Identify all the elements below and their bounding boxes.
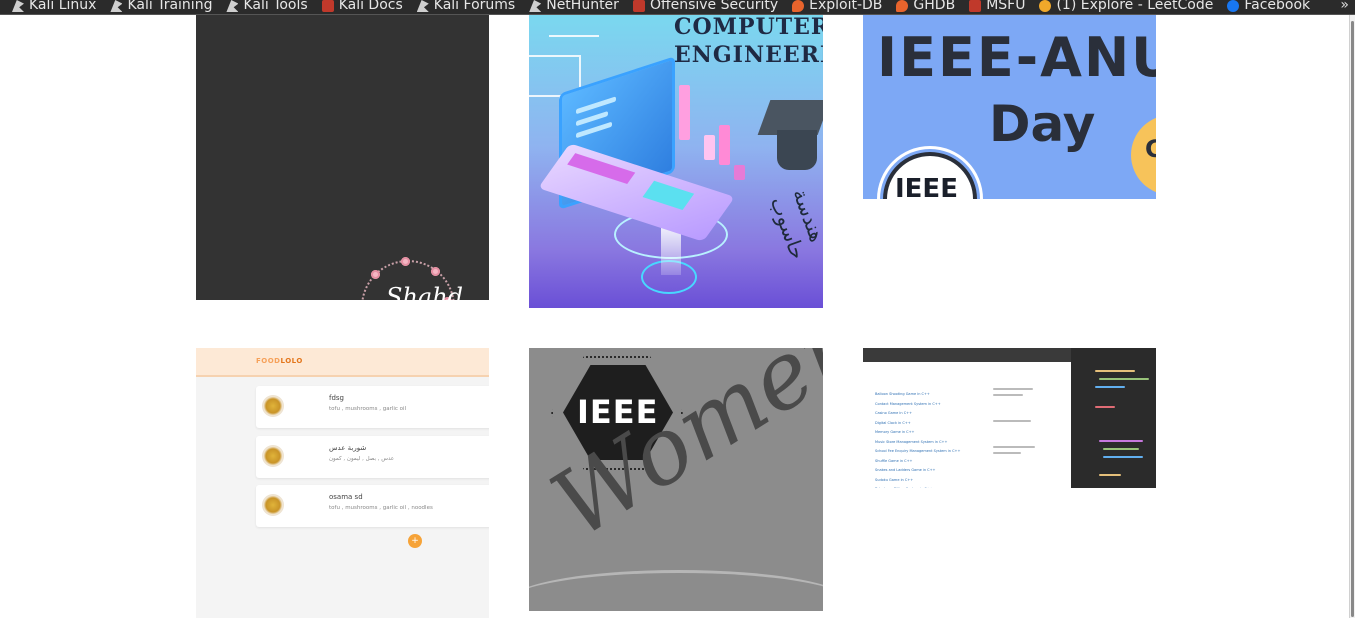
tile-title: IEEE-ANUS [877, 26, 1156, 89]
wave-decoration [529, 570, 823, 611]
gallery-image-2[interactable]: COMPUTER ENGINEERIN هندسة حاسوب [529, 15, 823, 308]
circuit-line [529, 95, 561, 127]
screenshot-page: Balloon Shooting Game in C++ Contact Mana… [863, 362, 1071, 488]
food-card: fdsg tofu , mushrooms , garlic oil [256, 386, 489, 428]
screenshot-link: Music Store Management System in C++ [875, 439, 948, 444]
kali-dragon-icon [416, 0, 429, 12]
leetcode-icon [1039, 0, 1052, 12]
bookmark-label: NetHunter [546, 0, 619, 13]
bookmark-item[interactable]: Offensive Security [632, 0, 779, 13]
bookmark-label: MSFU [986, 0, 1026, 13]
bookmark-item[interactable]: GHDB [896, 0, 955, 13]
foodlolo-header: FOODLOLO [196, 348, 489, 377]
food-desc: عدس , بصل , ليمون , كمون [329, 456, 395, 462]
chart-bar [719, 125, 730, 165]
page-scrollbar[interactable] [1349, 15, 1355, 618]
gallery-image-6[interactable]: Balloon Shooting Game in C++ Contact Mana… [863, 348, 1156, 488]
bookmark-label: Kali Linux [29, 0, 97, 13]
screenshot-link: Contact Management System in C++ [875, 401, 941, 406]
screenshot-link: Snakes and Ladders Game in C++ [875, 468, 936, 472]
bookmark-label: Facebook [1244, 0, 1311, 13]
yellow-circle: C [1131, 115, 1156, 195]
ieee-logo-icon: IEEE [883, 152, 977, 199]
bookmark-label: Kali Docs [338, 0, 403, 13]
bookmark-label: Exploit-DB [809, 0, 883, 13]
bookmark-item[interactable]: NetHunter [529, 0, 619, 13]
bookmark-item[interactable]: (1) Explore - LeetCode [1039, 0, 1213, 13]
bookmark-item[interactable]: Facebook [1227, 0, 1310, 13]
food-name: شوربة عدس [329, 444, 367, 452]
bookmarks-bar: Kali Linux Kali Training Kali Tools Kali Do… [0, 0, 1355, 15]
food-card: osama sd tofu , mushrooms , garlic oil ,… [256, 485, 489, 527]
tile-subtitle: Day [989, 95, 1096, 153]
screenshot-link: Shuffle Game in C++ [875, 458, 913, 463]
script-name-text: Shahd [386, 283, 464, 300]
exploitdb-icon [896, 0, 909, 12]
food-name: fdsg [329, 394, 344, 402]
food-plate-icon [262, 445, 284, 467]
gallery-image-4[interactable]: FOODLOLO fdsg tofu , mushrooms , garlic … [196, 348, 489, 618]
bookmark-label: Kali Forums [433, 0, 516, 13]
gallery-image-3[interactable]: IEEE-ANUS Day IEEE C [863, 15, 1156, 199]
screenshot-code-editor [1071, 348, 1156, 488]
food-name: osama sd [329, 493, 363, 501]
gallery-image-1[interactable]: Shahd [196, 15, 489, 300]
graduation-cap-base [777, 130, 817, 170]
circuit-line [549, 35, 599, 37]
chart-bar [679, 85, 690, 140]
bookmark-item[interactable]: Kali Linux [12, 0, 96, 13]
kali-dragon-icon [12, 0, 24, 12]
foodlolo-logo: FOODLOLO [256, 357, 303, 365]
circuit-line [529, 55, 581, 87]
scrollbar-thumb[interactable] [1351, 21, 1354, 617]
facebook-icon [1227, 0, 1240, 12]
food-plate-icon [262, 395, 284, 417]
offsec-icon [632, 0, 645, 12]
kali-dragon-icon [529, 0, 542, 12]
bookmark-item[interactable]: Kali Tools [226, 0, 308, 13]
food-plate-icon [262, 494, 284, 516]
exploitdb-icon [792, 0, 805, 12]
chart-bar [734, 165, 745, 180]
bookmark-item[interactable]: Exploit-DB [792, 0, 882, 13]
screenshot-link: School Fee Enquiry Management System in … [875, 449, 961, 453]
bookmark-label: (1) Explore - LeetCode [1056, 0, 1214, 13]
food-card: شوربة عدس عدس , بصل , ليمون , كمون [256, 436, 489, 478]
bookmark-item[interactable]: Kali Training [110, 0, 212, 13]
food-desc: tofu , mushrooms , garlic oil , noodles [329, 505, 433, 511]
screenshot-link: Telephone Billing System in C++ [875, 487, 933, 488]
kali-dragon-icon [110, 0, 123, 12]
bookmark-item[interactable]: Kali Forums [416, 0, 516, 13]
screenshot-link: Digital Clock in C++ [875, 420, 911, 425]
screenshot-link: Sudoku Game in C++ [875, 477, 914, 482]
kali-docs-icon [321, 0, 334, 12]
screenshot-link: Memory Game in C++ [875, 430, 915, 434]
add-food-button: + [408, 534, 422, 548]
screenshot-link: Casino Game in C++ [875, 411, 913, 415]
bookmark-label: GHDB [913, 0, 956, 13]
screenshot-link: Balloon Shooting Game in C++ [875, 392, 930, 396]
bookmarks-overflow-chevron-icon[interactable]: » [1340, 0, 1349, 13]
bookmark-label: Kali Training [127, 0, 213, 13]
tile-title: COMPUTER ENGINEERIN [674, 15, 823, 68]
offsec-icon [969, 0, 982, 12]
bookmark-label: Kali Tools [243, 0, 308, 13]
gallery-image-5[interactable]: IEEE Women day [529, 348, 823, 611]
chart-bar [704, 135, 715, 160]
bookmark-label: Offensive Security [649, 0, 779, 13]
food-desc: tofu , mushrooms , garlic oil [329, 406, 407, 412]
kali-dragon-icon [226, 0, 239, 12]
bookmark-item[interactable]: Kali Docs [321, 0, 403, 13]
bookmarks-row: Kali Linux Kali Training Kali Tools Kali Do… [0, 0, 1310, 14]
bookmark-item[interactable]: MSFU [969, 0, 1025, 13]
arabic-label: هندسة حاسوب [765, 185, 823, 263]
